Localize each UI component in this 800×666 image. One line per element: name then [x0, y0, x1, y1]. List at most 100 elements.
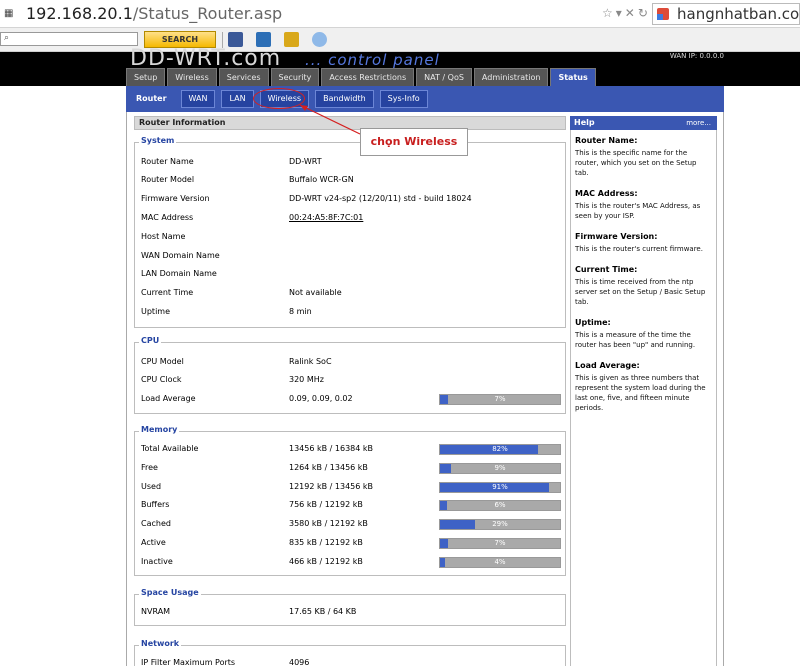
- mac-address-link[interactable]: 00:24:A5:8F:7C:01: [289, 213, 363, 222]
- annotation-callout: chọn Wireless: [360, 128, 468, 156]
- value: 12192 kB / 13456 kB: [289, 482, 374, 491]
- row-total-available: Total Available 13456 kB / 16384 kB 82%: [141, 444, 561, 456]
- url-field[interactable]: 192.168.20.1/Status_Router.asp: [26, 4, 282, 24]
- progress-label: 6%: [494, 501, 506, 509]
- value: 1264 kB / 13456 kB: [289, 463, 368, 472]
- value: 4096: [289, 658, 310, 666]
- tab-setup[interactable]: Setup: [126, 68, 166, 86]
- progress-label: 9%: [494, 464, 506, 472]
- top-nav: Setup Wireless Services Security Access …: [126, 68, 596, 86]
- url-host: 192.168.20.1: [26, 4, 133, 23]
- refresh-icon[interactable]: ↻: [638, 6, 651, 20]
- label: Active: [141, 538, 166, 547]
- help-item-text: This is time received from the ntp serve…: [575, 278, 706, 306]
- value: Not available: [289, 288, 342, 297]
- toolbar-search-input[interactable]: ⌕: [0, 32, 138, 46]
- row-lan-domain: LAN Domain Name: [141, 269, 561, 281]
- help-more-link[interactable]: more...: [686, 116, 711, 130]
- row-firmware-version: Firmware Version DD-WRT v24-sp2 (12/20/11…: [141, 194, 561, 206]
- label: CPU Model: [141, 357, 184, 366]
- progress-bar: 29%: [439, 519, 561, 530]
- row-nvram: NVRAM 17.65 KB / 64 KB: [141, 607, 561, 619]
- help-item-title: Load Average:: [575, 361, 640, 370]
- section-title: Router Information: [134, 116, 566, 130]
- label: Buffers: [141, 500, 170, 509]
- subtab-wan[interactable]: WAN: [180, 90, 216, 108]
- facebook-icon[interactable]: [228, 32, 243, 47]
- control-panel-tagline: ... control panel: [305, 51, 440, 69]
- row-active: Active 835 kB / 12192 kB 7%: [141, 538, 561, 550]
- browser-toolbar: ⌕ SEARCH: [0, 28, 800, 52]
- row-cpu-clock: CPU Clock 320 MHz: [141, 375, 561, 387]
- tab-nat-qos[interactable]: NAT / QoS: [416, 68, 472, 86]
- row-buffers: Buffers 756 kB / 12192 kB 6%: [141, 500, 561, 512]
- subtab-router[interactable]: Router: [128, 90, 175, 108]
- progress-label: 82%: [492, 445, 508, 453]
- tab-wireless[interactable]: Wireless: [167, 68, 217, 86]
- progress-bar: 9%: [439, 463, 561, 474]
- label: Host Name: [141, 232, 186, 241]
- label: Total Available: [141, 444, 199, 453]
- help-item: Current Time: This is time received from …: [575, 265, 712, 307]
- help-item-text: This is a measure of the time the router…: [575, 331, 696, 349]
- progress-bar: 6%: [439, 500, 561, 511]
- value: DD-WRT v24-sp2 (12/20/11) std - build 18…: [289, 194, 472, 203]
- help-item: Firmware Version: This is the router's cu…: [575, 232, 712, 254]
- tab-administration[interactable]: Administration: [473, 68, 549, 86]
- memory-fieldset: Memory Total Available 13456 kB / 16384 k…: [134, 425, 566, 576]
- subtab-lan[interactable]: LAN: [221, 90, 254, 108]
- label: Used: [141, 482, 162, 491]
- system-fieldset: System Router Name DD-WRT Router Model Buf…: [134, 136, 566, 328]
- subtab-sys-info[interactable]: Sys-Info: [379, 90, 428, 108]
- label: Inactive: [141, 557, 173, 566]
- wan-ip-readout: WAN IP: 0.0.0.0: [669, 52, 724, 60]
- help-item-title: Router Name:: [575, 136, 638, 145]
- help-body: Router Name: This is the specific name fo…: [570, 130, 717, 666]
- progress-bar: 82%: [439, 444, 561, 455]
- tab-status[interactable]: Status: [550, 68, 596, 86]
- page-favicon-icon: ▦: [4, 8, 14, 19]
- browser-search-box[interactable]: hangnhatban.com: [652, 3, 800, 25]
- bookmark-star-icon[interactable]: ☆: [602, 6, 616, 20]
- help-header: Help more...: [570, 116, 717, 130]
- notes-icon[interactable]: [284, 32, 299, 47]
- url-actions: ☆▾✕↻: [602, 6, 651, 20]
- value: 756 kB / 12192 kB: [289, 500, 363, 509]
- label: Free: [141, 463, 158, 472]
- value: 320 MHz: [289, 375, 324, 384]
- memory-legend: Memory: [139, 425, 180, 434]
- help-title: Help: [574, 118, 595, 127]
- space-usage-fieldset: Space Usage NVRAM 17.65 KB / 64 KB: [134, 588, 566, 626]
- progress-label: 4%: [494, 558, 506, 566]
- row-uptime: Uptime 8 min: [141, 307, 561, 319]
- close-x-icon[interactable]: ✕: [625, 6, 638, 20]
- row-cpu-model: CPU Model Ralink SoC: [141, 357, 561, 369]
- help-item-title: Uptime:: [575, 318, 611, 327]
- label: Uptime: [141, 307, 171, 316]
- help-item-text: This is given as three numbers that repr…: [575, 374, 706, 412]
- row-current-time: Current Time Not available: [141, 288, 561, 300]
- weather-icon[interactable]: [312, 32, 327, 47]
- label: Router Name: [141, 157, 194, 166]
- subtab-bandwidth[interactable]: Bandwidth: [315, 90, 374, 108]
- row-cached: Cached 3580 kB / 12192 kB 29%: [141, 519, 561, 531]
- mail-icon[interactable]: [256, 32, 271, 47]
- value: Ralink SoC: [289, 357, 332, 366]
- tab-services[interactable]: Services: [218, 68, 269, 86]
- progress-label: 7%: [494, 539, 506, 547]
- help-panel: Help more... Router Name: This is the spe…: [570, 116, 717, 666]
- help-item-text: This is the router's MAC Address, as see…: [575, 202, 701, 220]
- progress-bar: 4%: [439, 557, 561, 568]
- value: 0.09, 0.09, 0.02: [289, 394, 353, 403]
- value: 13456 kB / 16384 kB: [289, 444, 374, 453]
- network-fieldset: Network IP Filter Maximum Ports 4096: [134, 639, 566, 666]
- tab-access-restrictions[interactable]: Access Restrictions: [321, 68, 415, 86]
- value: 3580 kB / 12192 kB: [289, 519, 368, 528]
- progress-label: 91%: [492, 483, 508, 491]
- help-item: Uptime: This is a measure of the time the…: [575, 318, 712, 350]
- label: LAN Domain Name: [141, 269, 217, 278]
- value: 17.65 KB / 64 KB: [289, 607, 357, 616]
- tab-security[interactable]: Security: [270, 68, 320, 86]
- dropdown-arrow-icon[interactable]: ▾: [616, 6, 625, 20]
- help-item-title: Firmware Version:: [575, 232, 658, 241]
